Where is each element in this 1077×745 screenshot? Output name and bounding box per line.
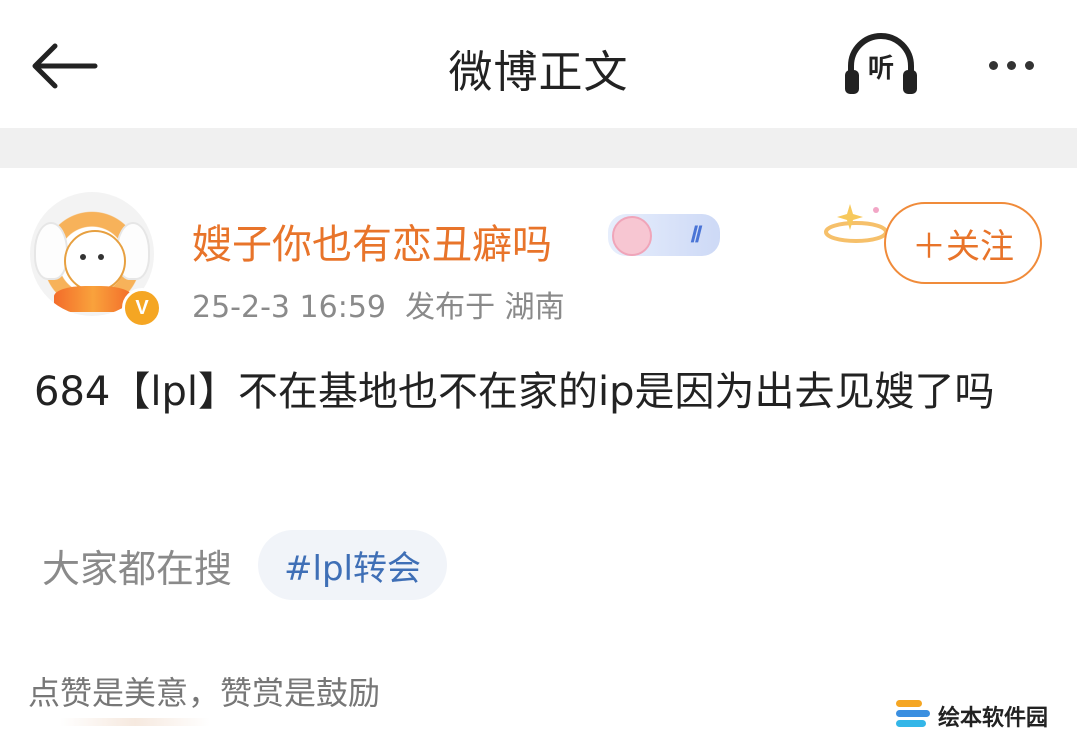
avatar-face xyxy=(64,230,126,292)
top-bar: 微博正文 听 xyxy=(0,0,1077,128)
post-location: 发布于 湖南 xyxy=(405,290,565,325)
decorative-sparkle-icon xyxy=(824,204,888,243)
hashtag-link[interactable]: #lpl转会 xyxy=(258,530,447,600)
member-level-badge[interactable]: Ⅱ xyxy=(608,214,720,256)
listen-label: 听 xyxy=(867,54,894,84)
decorative-divider xyxy=(60,718,210,726)
like-encouragement-note: 点赞是美意，赞赏是鼓励 xyxy=(28,674,381,712)
more-dot-icon xyxy=(1024,60,1034,70)
post-meta: 25-2-3 16:59 发布于 湖南 xyxy=(192,282,565,326)
trending-search-row: 大家都在搜 #lpl转会 xyxy=(42,530,447,600)
watermark: 绘本软件园 xyxy=(896,698,1048,734)
watermark-logo-icon xyxy=(896,698,932,734)
member-level: Ⅱ xyxy=(689,222,700,247)
section-divider xyxy=(0,128,1077,168)
avatar-fire xyxy=(54,286,132,312)
pig-icon xyxy=(612,216,652,256)
more-dot-icon xyxy=(1006,60,1016,70)
post-timestamp: 25-2-3 16:59 xyxy=(192,290,386,325)
user-avatar[interactable]: V xyxy=(30,192,162,328)
more-dot-icon xyxy=(988,60,998,70)
watermark-text: 绘本软件园 xyxy=(938,706,1049,731)
verified-badge-icon: V xyxy=(122,288,162,328)
avatar-wing-left xyxy=(34,222,68,280)
more-options-button[interactable] xyxy=(968,40,1054,90)
trending-search-label: 大家都在搜 xyxy=(42,546,233,591)
follow-button[interactable]: ＋关注 xyxy=(884,202,1042,284)
post-content: 684【lpl】不在基地也不在家的ip是因为出去见嫂了吗 xyxy=(34,369,995,415)
listen-button[interactable]: 听 xyxy=(836,28,926,100)
avatar-eye xyxy=(80,254,86,260)
avatar-eye xyxy=(98,254,104,260)
username[interactable]: 嫂子你也有恋丑癖吗 xyxy=(192,212,552,270)
